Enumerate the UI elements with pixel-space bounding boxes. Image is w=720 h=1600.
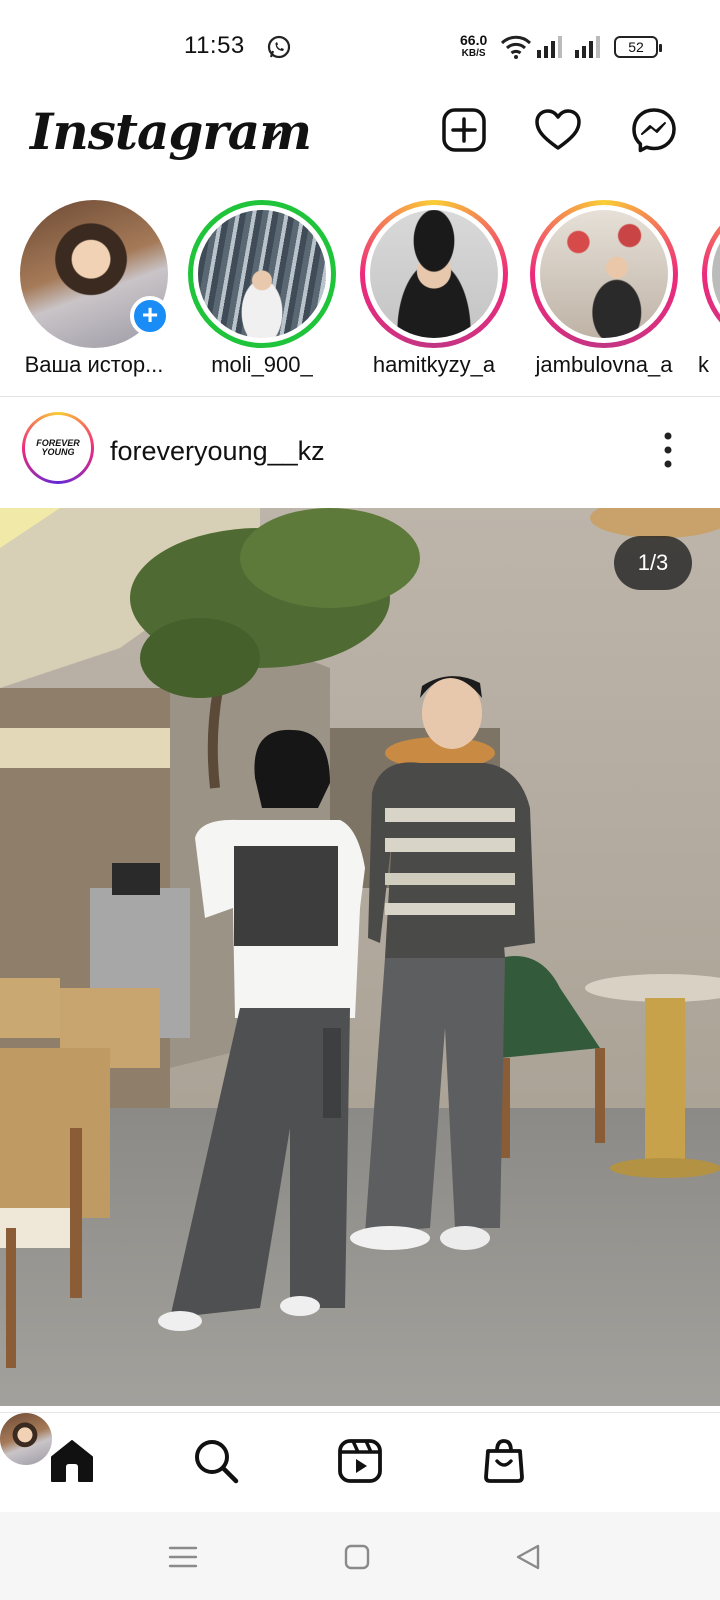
story-label: Ваша истор... [24, 352, 164, 377]
home-button-icon[interactable] [340, 1540, 374, 1574]
story-label: hamitkyzy_a [372, 352, 496, 377]
add-story-button[interactable]: + [130, 296, 170, 336]
avatar [712, 210, 720, 338]
more-options-icon[interactable] [660, 430, 676, 470]
story-item[interactable]: moli_900_ [180, 200, 340, 396]
divider [0, 396, 720, 397]
status-bar: 11:53 66.0 KB/S 52 [0, 0, 720, 96]
back-icon[interactable] [512, 1540, 546, 1574]
app-header: Instagram [0, 96, 720, 196]
story-item[interactable]: k [694, 200, 720, 396]
story-item-own[interactable]: + Ваша истор... [12, 200, 172, 396]
post-username[interactable]: foreveryoung__kz [110, 436, 325, 467]
avatar [540, 210, 668, 338]
reels-icon[interactable] [336, 1437, 384, 1485]
bottom-nav [0, 1412, 720, 1512]
story-label: k [698, 352, 709, 377]
post-avatar[interactable]: FOREVER YOUNG [22, 412, 94, 484]
signal-icon [537, 36, 562, 58]
home-icon[interactable] [48, 1437, 96, 1485]
status-time: 11:53 [184, 32, 245, 59]
shop-icon[interactable] [480, 1437, 528, 1485]
wifi-icon [500, 35, 532, 59]
avatar [370, 210, 498, 338]
post-header: FOREVER YOUNG foreveryoung__kz [0, 400, 720, 498]
signal-icon [575, 36, 600, 58]
search-icon[interactable] [192, 1437, 240, 1485]
messenger-icon[interactable] [630, 106, 678, 154]
story-label: jambulovna_a [535, 352, 673, 377]
carousel-counter: 1/3 [614, 536, 692, 590]
heart-icon[interactable] [534, 106, 582, 154]
post-image[interactable]: 1/3 [0, 508, 720, 1406]
new-post-icon[interactable] [440, 106, 488, 154]
story-item[interactable]: jambulovna_a [522, 200, 682, 396]
brand-logo: FOREVER YOUNG [25, 415, 91, 481]
system-nav-bar [0, 1512, 720, 1600]
recent-apps-icon[interactable] [166, 1540, 200, 1574]
chevron-down-icon[interactable] [262, 124, 284, 146]
story-label: moli_900_ [211, 352, 313, 377]
story-item[interactable]: hamitkyzy_a [352, 200, 512, 396]
stories-tray: + Ваша истор... moli_900_ hamitkyzy_a ja… [0, 200, 720, 396]
battery-indicator: 52 [614, 36, 662, 58]
avatar [198, 210, 326, 338]
network-speed: 66.0 KB/S [460, 32, 488, 59]
profile-avatar[interactable] [0, 1413, 52, 1465]
whatsapp-icon [267, 35, 291, 59]
post-photo [0, 508, 720, 1406]
